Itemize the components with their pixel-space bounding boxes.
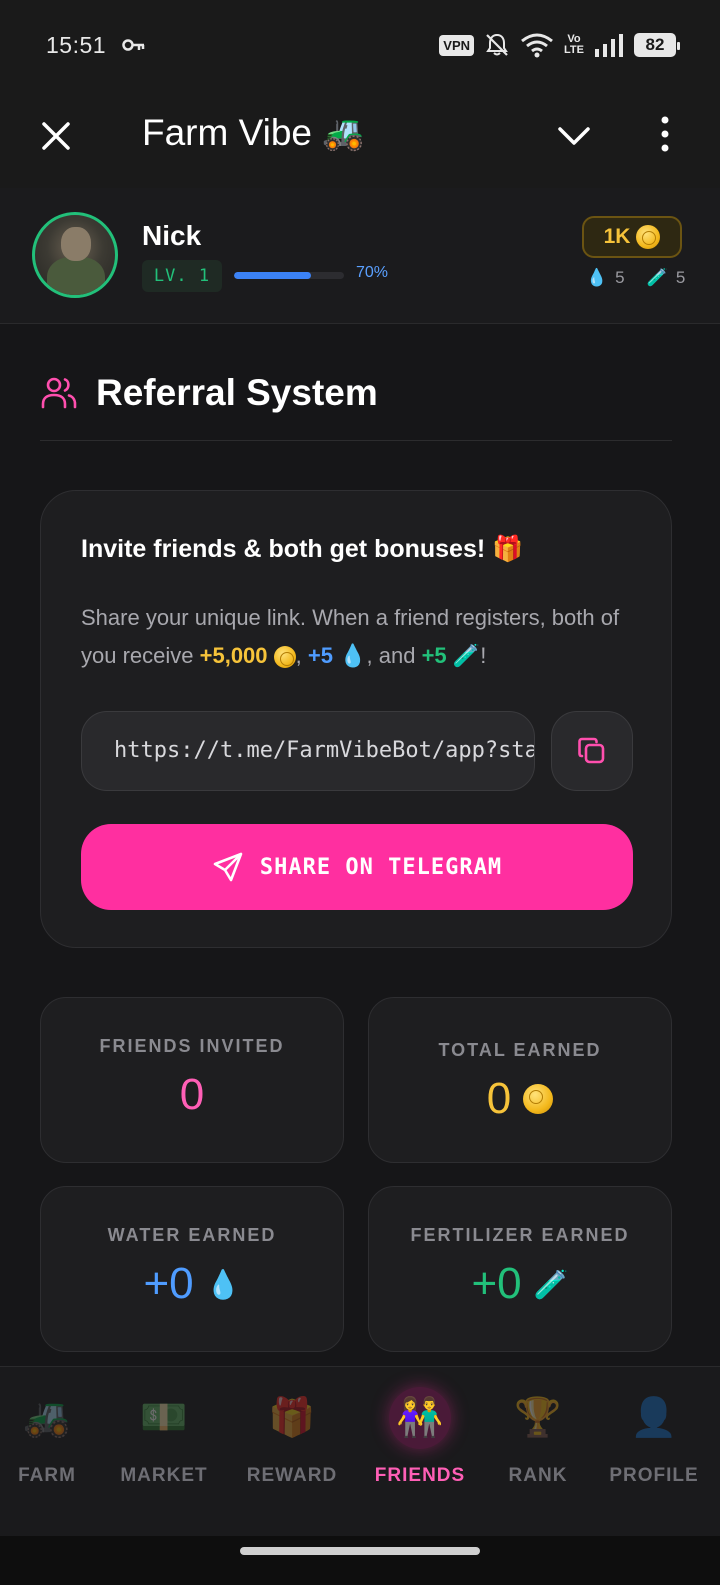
- friends-invited-value: 0: [179, 1070, 205, 1119]
- stat-label: FERTILIZER EARNED: [410, 1225, 630, 1245]
- nav-label: RANK: [508, 1465, 568, 1486]
- xp-percent: 70%: [356, 264, 389, 281]
- share-label: SHARE ON TELEGRAM: [259, 854, 503, 880]
- fertilizer-earned-value: +0 🧪: [471, 1259, 569, 1308]
- coin-icon: [636, 225, 661, 249]
- share-telegram-button[interactable]: SHARE ON TELEGRAM: [81, 824, 633, 910]
- bonus-fertilizer: +5: [421, 643, 447, 668]
- stat-label: WATER EARNED: [107, 1225, 277, 1245]
- friends-icon: 👫: [389, 1387, 451, 1449]
- signal-icon: [595, 34, 623, 57]
- money-icon: 💵: [140, 1397, 188, 1439]
- system-nav-area: [0, 1536, 720, 1585]
- app-title: Farm Vibe 🚜: [142, 112, 365, 153]
- invite-heading: Invite friends & both get bonuses! 🎁: [81, 535, 524, 563]
- water-drop-icon: 💧: [586, 268, 608, 287]
- water-drop-icon: 💧: [205, 1268, 241, 1300]
- coin-icon: [523, 1084, 554, 1114]
- divider: [40, 440, 672, 441]
- battery-indicator: 82: [634, 33, 680, 57]
- section-title-text: Referral System: [96, 372, 378, 413]
- water-earned-value: +0 💧: [143, 1259, 241, 1308]
- water-stat: 💧 5: [586, 268, 625, 287]
- wifi-icon: [521, 33, 553, 58]
- tractor-icon: 🚜: [23, 1397, 71, 1439]
- referral-link-field[interactable]: https://t.me/FarmVibeBot/app?startapp=re…: [81, 711, 535, 791]
- more-menu-icon[interactable]: [650, 114, 680, 154]
- invite-card: Invite friends & both get bonuses! 🎁 Sha…: [40, 490, 672, 948]
- nav-item-friends[interactable]: 👫 FRIENDS: [360, 1387, 480, 1487]
- tractor-icon: 🚜: [322, 114, 365, 152]
- nav-item-farm[interactable]: 🚜 FARM: [0, 1387, 107, 1487]
- bottom-nav: 🚜 FARM 💵 MARKET 🎁 REWARD 👫 FRIENDS 🏆 RAN…: [0, 1366, 720, 1536]
- users-icon: [41, 377, 77, 409]
- nav-label: MARKET: [120, 1465, 208, 1486]
- nav-item-reward[interactable]: 🎁 REWARD: [232, 1387, 352, 1487]
- avatar-body: [47, 257, 105, 295]
- nav-label: FARM: [18, 1465, 76, 1486]
- fertilizer-earned-card: FERTILIZER EARNED +0 🧪: [368, 1186, 672, 1352]
- stat-label: TOTAL EARNED: [438, 1040, 602, 1060]
- nav-item-market[interactable]: 💵 MARKET: [104, 1387, 224, 1487]
- user-header: Nick LV. 1 70% 1K 💧 5 🧪 5: [0, 188, 720, 324]
- friends-invited-card: FRIENDS INVITED 0: [40, 997, 344, 1163]
- invite-description: Share your unique link. When a friend re…: [81, 605, 620, 669]
- bonus-water: +5: [307, 643, 333, 668]
- profile-icon: 👤: [630, 1397, 678, 1439]
- stat-label: FRIENDS INVITED: [99, 1036, 285, 1056]
- test-tube-icon: 🧪: [646, 268, 668, 287]
- send-icon: [213, 852, 243, 882]
- nav-item-profile[interactable]: 👤 PROFILE: [594, 1387, 714, 1487]
- water-drop-icon: 💧: [339, 643, 367, 668]
- test-tube-icon: 🧪: [452, 643, 481, 668]
- total-earned-value: 0: [369, 1074, 671, 1124]
- nav-label: REWARD: [246, 1465, 338, 1486]
- bell-off-icon: [486, 33, 508, 56]
- avatar[interactable]: [32, 212, 118, 298]
- avatar-head: [61, 227, 91, 261]
- status-icons: VPN Vo LTE 82: [439, 30, 680, 60]
- test-tube-icon: 🧪: [533, 1268, 569, 1300]
- bonus-coins: +5,000: [199, 643, 268, 668]
- trophy-icon: 🏆: [514, 1397, 562, 1439]
- key-icon: [122, 39, 145, 51]
- nav-item-rank[interactable]: 🏆 RANK: [478, 1387, 598, 1487]
- copy-link-button[interactable]: [551, 711, 633, 791]
- status-bar: 15:51 VPN Vo LTE 82: [0, 0, 720, 88]
- coin-balance[interactable]: 1K: [582, 216, 682, 258]
- nav-label: FRIENDS: [374, 1465, 466, 1486]
- level-badge: LV. 1: [142, 260, 222, 292]
- total-earned-card: TOTAL EARNED 0: [368, 997, 672, 1163]
- xp-progress-bar: [234, 272, 344, 279]
- gift-icon: 🎁: [268, 1397, 316, 1439]
- volte-indicator: Vo LTE: [564, 33, 584, 56]
- home-indicator[interactable]: [240, 1547, 480, 1555]
- status-time: 15:51: [46, 32, 107, 58]
- section-title: Referral System: [40, 372, 378, 414]
- resource-stats: 💧 5 🧪 5: [586, 268, 685, 288]
- close-button[interactable]: [36, 116, 76, 156]
- coin-icon: [273, 646, 296, 669]
- fertilizer-stat: 🧪 5: [646, 268, 686, 287]
- chevron-down-icon[interactable]: [556, 118, 592, 154]
- water-earned-card: WATER EARNED +0 💧: [40, 1186, 344, 1352]
- user-name: Nick: [142, 220, 202, 251]
- xp-progress-fill: [234, 272, 311, 279]
- vpn-badge: VPN: [439, 34, 475, 56]
- copy-icon: [578, 737, 605, 764]
- title-bar: Farm Vibe 🚜: [0, 88, 720, 188]
- nav-label: PROFILE: [609, 1465, 699, 1486]
